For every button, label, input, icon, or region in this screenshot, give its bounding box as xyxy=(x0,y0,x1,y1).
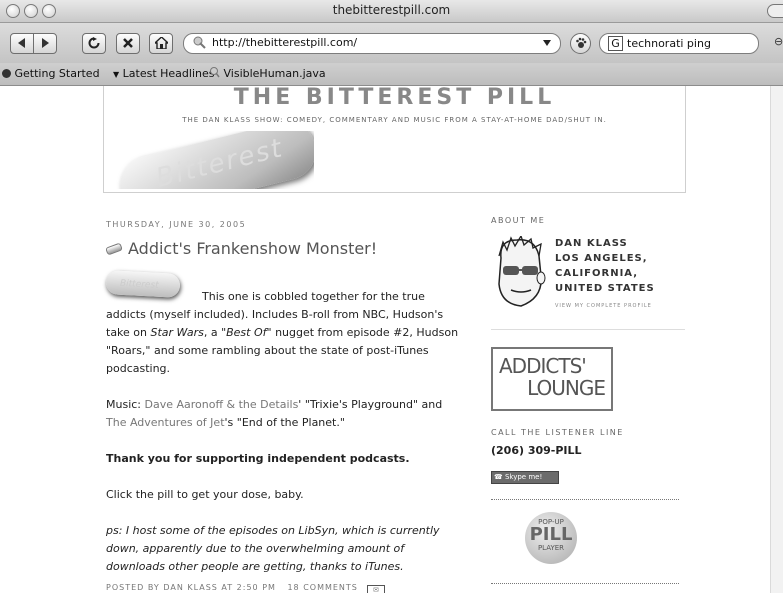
post-text: ' "Trixie's Playground" and xyxy=(298,398,443,411)
skype-icon: ☎ xyxy=(494,473,503,481)
post-text-italic: Star Wars xyxy=(150,326,204,339)
sidebar-divider xyxy=(491,499,679,500)
popup-pill-player-button[interactable]: POP-UP PILL PLAYER xyxy=(525,512,577,564)
search-field[interactable]: G technorati ping xyxy=(599,33,759,54)
skype-me-button[interactable]: ☎ Skype me! xyxy=(491,471,559,484)
profile-location: LOS ANGELES, CALIFORNIA, UNITED STATES xyxy=(555,253,655,294)
window-title-bar: thebitterestpill.com xyxy=(0,0,783,23)
address-bar[interactable]: http://thebitterestpill.com/ xyxy=(183,33,561,54)
pill-bullet-icon xyxy=(105,242,123,256)
bookmark-icon xyxy=(2,69,11,78)
post-text: , a xyxy=(203,326,222,339)
chevron-down-icon: ▼ xyxy=(113,70,120,79)
post-text: 's "End of the Planet." xyxy=(224,416,345,429)
post-paragraph-1: This one is cobbled together for the tru… xyxy=(106,288,466,378)
post-thanks: Thank you for supporting independent pod… xyxy=(106,452,410,465)
reload-button[interactable] xyxy=(82,33,106,54)
post-click-line: Click the pill to get your dose, baby. xyxy=(106,488,304,501)
author-caricature-avatar xyxy=(498,236,546,307)
email-post-icon[interactable]: ✉ xyxy=(367,585,386,593)
blog-title[interactable]: THE BITTEREST PILL xyxy=(104,86,685,110)
post-text: Music: xyxy=(106,398,145,411)
search-query-text: technorati ping xyxy=(627,37,711,50)
post-ps: ps: I host some of the episodes on LibSy… xyxy=(106,524,440,573)
addicts-lounge-banner[interactable]: ADDICTS' LOUNGE xyxy=(491,347,613,411)
music-link-jet[interactable]: The Adventures of Jet xyxy=(106,416,225,429)
web-page-content: THE BITTEREST PILL THE DAN KLASS SHOW: C… xyxy=(0,86,783,593)
music-link-aaronoff[interactable]: Dave Aaronoff & the Details xyxy=(145,398,299,411)
post-pill-image[interactable]: Bitterest xyxy=(105,270,181,298)
bookmark-visiblehuman[interactable]: VisibleHuman.java xyxy=(210,67,326,80)
url-history-dropdown-icon[interactable] xyxy=(543,40,551,46)
toolbar-toggle-button[interactable] xyxy=(767,4,783,18)
lounge-line-2: LOUNGE xyxy=(527,376,606,400)
reload-icon xyxy=(88,37,100,49)
back-arrow-icon xyxy=(18,38,25,48)
post-footer-posted: POSTED BY DAN KLASS AT 2:50 PM xyxy=(106,583,276,592)
blog-header: THE BITTEREST PILL THE DAN KLASS SHOW: C… xyxy=(103,86,686,193)
post-pill-row: Bitterest xyxy=(105,270,466,298)
bookmark-favicon-icon xyxy=(210,67,220,78)
skype-label: Skype me! xyxy=(504,473,543,481)
lounge-line-1: ADDICTS' xyxy=(499,354,587,378)
profile-info: DAN KLASS LOS ANGELES, CALIFORNIA, UNITE… xyxy=(555,236,679,296)
bookmark-label: Getting Started xyxy=(14,67,100,80)
post-title[interactable]: Addict's Frankenshow Monster! xyxy=(128,240,377,258)
listener-line-heading: CALL THE LISTENER LINE xyxy=(491,428,624,437)
post-music-paragraph: Music: Dave Aaronoff & the Details' "Tri… xyxy=(106,396,466,432)
home-button[interactable] xyxy=(149,33,173,54)
stop-icon xyxy=(123,38,133,48)
header-pill-text: Bitterest xyxy=(153,133,287,189)
popup-line-2: PILL xyxy=(529,524,573,545)
sidebar-divider xyxy=(491,329,685,330)
snapback-button[interactable] xyxy=(570,33,591,54)
view-profile-link[interactable]: VIEW MY COMPLETE PROFILE xyxy=(555,303,652,309)
forward-arrow-icon xyxy=(42,38,49,48)
about-me-heading: ABOUT ME xyxy=(491,216,546,225)
bookmark-getting-started[interactable]: Getting Started xyxy=(2,67,100,80)
forward-button[interactable] xyxy=(33,33,57,54)
back-button[interactable] xyxy=(10,33,34,54)
post-pill-text: Bitterest xyxy=(119,278,159,291)
bookmark-latest-headlines[interactable]: ▼ Latest Headlines xyxy=(113,67,215,80)
home-icon xyxy=(152,36,170,50)
bookmarks-bar: Getting Started ▼ Latest Headlines Visib… xyxy=(0,63,783,86)
post-date: THURSDAY, JUNE 30, 2005 xyxy=(106,220,247,229)
listener-phone: (206) 309-PILL xyxy=(491,444,582,457)
post-text-italic: "Best Of" xyxy=(221,326,272,339)
window-title: thebitterestpill.com xyxy=(332,3,451,17)
paw-icon xyxy=(575,37,586,48)
bookmark-label: Latest Headlines xyxy=(122,67,215,80)
post-title-row: Addict's Frankenshow Monster! xyxy=(105,240,466,258)
bookmark-label: VisibleHuman.java xyxy=(223,67,326,80)
post-footer: POSTED BY DAN KLASS AT 2:50 PM 18 COMMEN… xyxy=(106,582,466,593)
stop-button[interactable] xyxy=(116,33,140,54)
sidebar-divider xyxy=(491,583,679,584)
vertical-scrollbar[interactable] xyxy=(770,86,783,593)
sidebar: ABOUT ME DAN KLASS LOS ANGELES, CALIFORN… xyxy=(491,216,686,584)
navigation-toolbar: http://thebitterestpill.com/ G technorat… xyxy=(0,23,783,63)
popup-line-3: PLAYER xyxy=(537,544,565,552)
blog-tagline: THE DAN KLASS SHOW: COMEDY, COMMENTARY A… xyxy=(182,116,607,124)
header-pill-logo: Bitterest xyxy=(114,131,314,189)
post-column: THURSDAY, JUNE 30, 2005 Addict's Franken… xyxy=(105,216,466,593)
google-search-icon: G xyxy=(608,36,623,51)
post-comments-link[interactable]: 18 COMMENTS xyxy=(287,583,357,592)
profile-name: DAN KLASS xyxy=(555,238,628,249)
url-text: http://thebitterestpill.com/ xyxy=(212,36,358,49)
extra-toolbar-icon[interactable]: ⊖ xyxy=(774,35,783,48)
site-favicon-icon xyxy=(193,36,206,49)
